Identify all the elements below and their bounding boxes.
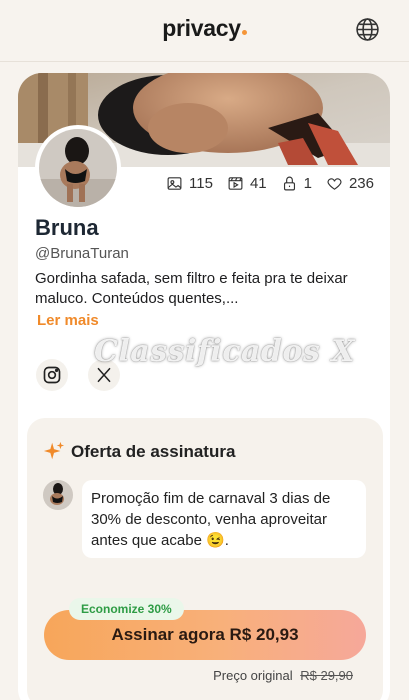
- instagram-button[interactable]: [36, 359, 68, 391]
- profile-stats: 115 41 1 236: [156, 175, 374, 192]
- stat-likes[interactable]: 236: [326, 175, 374, 192]
- offer-title: Oferta de assinatura: [71, 442, 236, 461]
- sparkle-icon: [43, 441, 65, 460]
- offer-message: Promoção fim de carnaval 3 dias de 30% d…: [82, 480, 366, 558]
- watermark: Classificados X: [94, 334, 355, 369]
- stat-photos[interactable]: 115: [166, 175, 213, 192]
- video-icon: [228, 177, 243, 190]
- top-bar: privacy: [0, 0, 409, 62]
- profile-handle: @BrunaTuran: [35, 245, 129, 262]
- logo-text: privacy: [162, 15, 241, 41]
- creator-mini-avatar: [43, 480, 73, 510]
- heart-icon: [327, 178, 342, 190]
- globe-icon[interactable]: [355, 17, 380, 42]
- videos-count: 41: [249, 175, 267, 192]
- lock-icon: [283, 176, 295, 191]
- original-price-line: Preço original R$ 29,90: [213, 668, 353, 683]
- profile-name: Bruna: [35, 215, 99, 240]
- original-price: R$ 29,90: [300, 668, 353, 683]
- subscription-offer: Oferta de assinatura Promoção fim de car…: [27, 418, 383, 700]
- instagram-icon: [43, 366, 61, 384]
- stat-videos[interactable]: 41: [227, 175, 267, 192]
- privacy-logo[interactable]: privacy: [0, 15, 409, 42]
- profile-bio: Gordinha safada, sem filtro e feita pra …: [35, 270, 348, 307]
- stat-locked[interactable]: 1: [281, 175, 312, 192]
- original-price-label: Preço original: [213, 668, 293, 683]
- savings-badge: Economize 30%: [69, 598, 184, 620]
- photos-count: 115: [189, 175, 213, 192]
- avatar[interactable]: [35, 125, 121, 211]
- photo-icon: [167, 177, 182, 190]
- logo-dot: [241, 30, 247, 35]
- locked-count: 1: [303, 175, 312, 192]
- likes-count: 236: [348, 175, 374, 192]
- read-more-link[interactable]: Ler mais: [37, 312, 99, 329]
